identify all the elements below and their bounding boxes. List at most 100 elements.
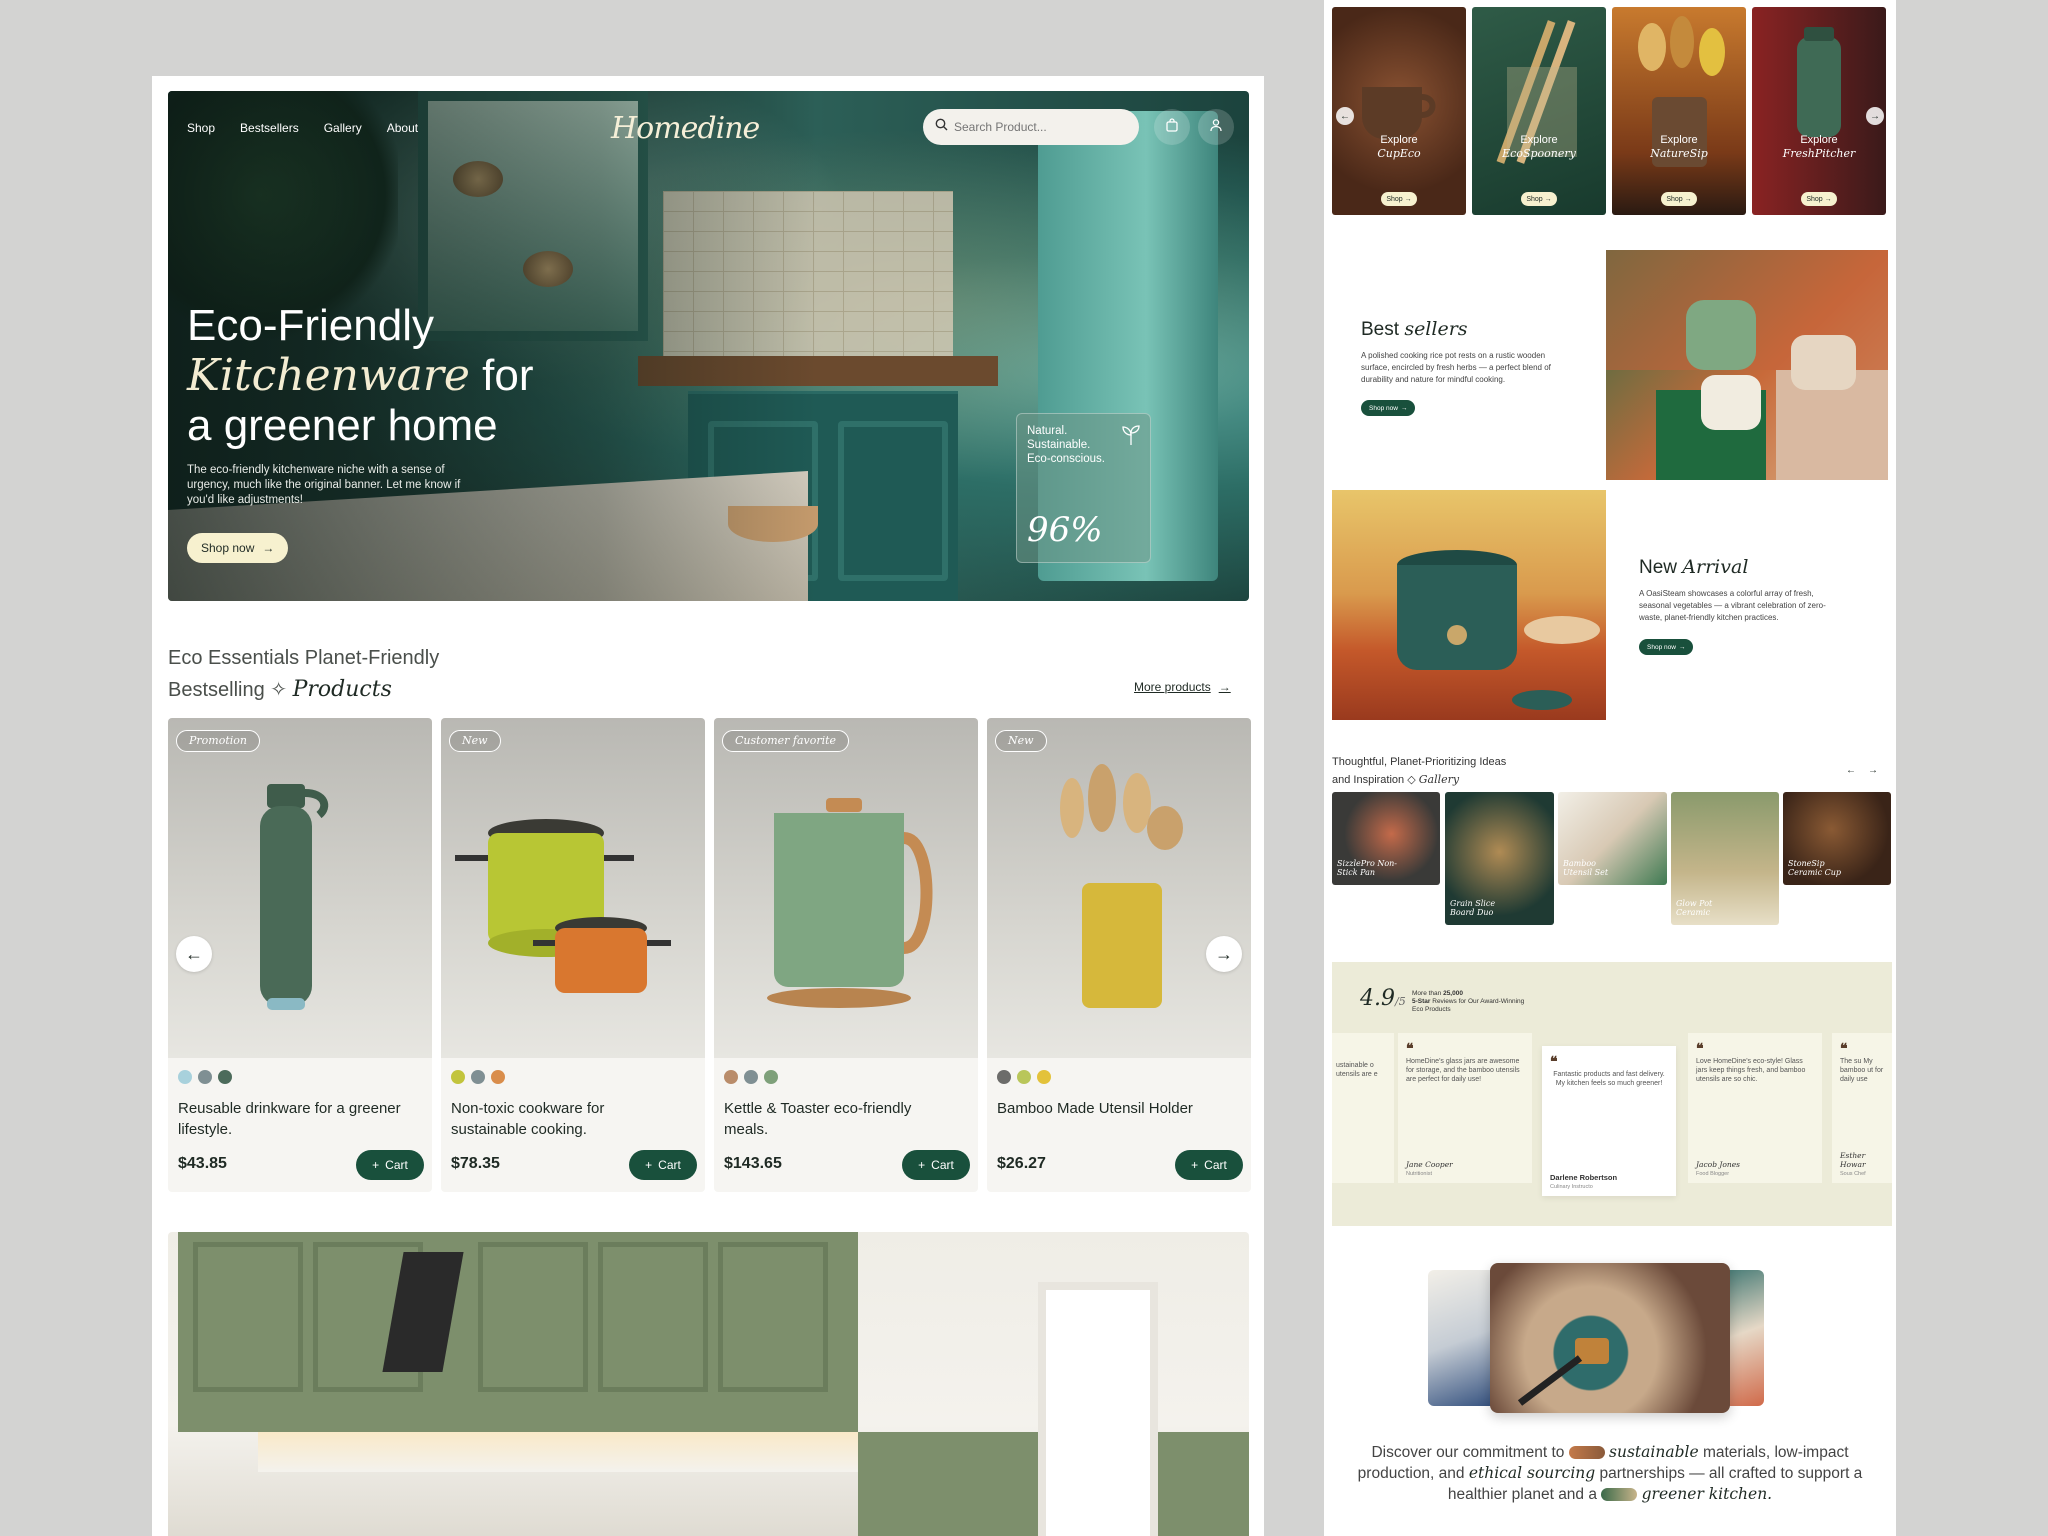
review-card: ❝ HomeDine's glass jars are awesome for s… bbox=[1398, 1033, 1532, 1183]
explore-prev-button[interactable]: ← bbox=[1336, 107, 1354, 125]
explore-shop-button[interactable]: Shop → bbox=[1801, 192, 1837, 206]
product-price: $26.27 bbox=[997, 1155, 1046, 1172]
product-tag: New bbox=[995, 730, 1047, 752]
logo[interactable]: Homedine bbox=[611, 111, 760, 146]
product-tag: Promotion bbox=[176, 730, 260, 752]
add-to-cart-button[interactable]: + Cart bbox=[629, 1150, 697, 1180]
product-price: $143.65 bbox=[724, 1155, 782, 1172]
arrow-right-icon: → bbox=[1400, 404, 1408, 412]
best-sellers-shop-button[interactable]: Shop now → bbox=[1361, 400, 1416, 416]
rating-value: 4.9/5 bbox=[1360, 986, 1406, 1011]
product-image bbox=[441, 718, 705, 1058]
search-input[interactable] bbox=[954, 120, 1104, 134]
arrow-right-icon: → bbox=[262, 541, 275, 555]
nav-bestsellers[interactable]: Bestsellers bbox=[240, 121, 299, 135]
gallery-item[interactable]: StoneSip Ceramic Cup bbox=[1783, 792, 1891, 885]
landing-page-main: Shop Bestsellers Gallery About Homedine … bbox=[152, 76, 1264, 1536]
carousel-next-button[interactable]: → bbox=[1206, 936, 1242, 972]
product-price: $78.35 bbox=[451, 1155, 500, 1172]
swatch[interactable] bbox=[744, 1070, 758, 1084]
explore-shop-button[interactable]: Shop → bbox=[1661, 192, 1697, 206]
nav-gallery[interactable]: Gallery bbox=[324, 121, 362, 135]
product-name: Reusable drinkware for a greener lifesty… bbox=[178, 1100, 401, 1138]
swatch[interactable] bbox=[218, 1070, 232, 1084]
gallery-prev-button[interactable]: ← bbox=[1842, 761, 1860, 779]
explore-card-freshpitcher[interactable]: Explore FreshPitcher Shop → bbox=[1752, 7, 1886, 215]
rating-summary: More than 25,000 5-Star Reviews for Our A… bbox=[1412, 990, 1525, 1013]
arrow-right-icon: → bbox=[1870, 110, 1880, 122]
arrow-right-icon: → bbox=[1215, 943, 1233, 964]
swatch[interactable] bbox=[491, 1070, 505, 1084]
main-nav: Shop Bestsellers Gallery About bbox=[187, 121, 418, 135]
swatch[interactable] bbox=[724, 1070, 738, 1084]
shop-now-button[interactable]: Shop now → bbox=[187, 533, 289, 563]
swatch[interactable] bbox=[198, 1070, 212, 1084]
more-products-link[interactable]: More products → bbox=[1134, 680, 1231, 694]
reviews-section: 4.9/5 More than 25,000 5-Star Reviews for… bbox=[1332, 962, 1892, 1226]
nav-shop[interactable]: Shop bbox=[187, 121, 215, 135]
gallery-item[interactable]: Bamboo Utensil Set bbox=[1558, 792, 1667, 885]
landing-page-secondary: Explore CupEco Shop → Explore EcoSpoonery … bbox=[1324, 0, 1896, 1536]
explore-label: Explore CupEco bbox=[1377, 134, 1421, 160]
cart-button[interactable] bbox=[1154, 109, 1190, 145]
search-bar[interactable] bbox=[923, 109, 1139, 145]
new-arrival-shop-button[interactable]: Shop now → bbox=[1639, 639, 1694, 655]
explore-next-button[interactable]: → bbox=[1866, 107, 1884, 125]
product-card[interactable]: Customer favorite Kettle & Toaster eco-f… bbox=[714, 718, 978, 1192]
color-swatches bbox=[178, 1070, 232, 1084]
best-sellers-title: Best sellers bbox=[1361, 318, 1468, 340]
sprout-icon bbox=[1122, 424, 1140, 451]
swatch[interactable] bbox=[997, 1070, 1011, 1084]
carousel-prev-button[interactable]: ← bbox=[176, 936, 212, 972]
explore-card-naturesip[interactable]: Explore NatureSip Shop → bbox=[1612, 7, 1746, 215]
commitment-image-main bbox=[1490, 1263, 1730, 1413]
explore-shop-button[interactable]: Shop → bbox=[1381, 192, 1417, 206]
product-image bbox=[168, 718, 432, 1058]
arrow-right-icon: → bbox=[1218, 680, 1231, 694]
review-card: ❝ Love HomeDine's eco-style! Glass jars k… bbox=[1688, 1033, 1822, 1183]
add-to-cart-button[interactable]: + Cart bbox=[902, 1150, 970, 1180]
gallery-item[interactable]: Glow Pot Ceramic bbox=[1671, 792, 1779, 925]
gallery-next-button[interactable]: → bbox=[1864, 761, 1882, 779]
explore-shop-button[interactable]: Shop → bbox=[1521, 192, 1557, 206]
add-to-cart-button[interactable]: + Cart bbox=[356, 1150, 424, 1180]
product-name: Non-toxic cookware for sustainable cooki… bbox=[451, 1100, 605, 1138]
bag-icon bbox=[1165, 117, 1179, 137]
inline-photo-chip bbox=[1601, 1488, 1638, 1502]
explore-card-ecospoonery[interactable]: Explore EcoSpoonery Shop → bbox=[1472, 7, 1606, 215]
review-card-featured: ❝ Fantastic products and fast delivery. M… bbox=[1542, 1046, 1676, 1196]
gallery-item[interactable]: SizzlePro Non-Stick Pan bbox=[1332, 792, 1440, 885]
quote-icon: ❝ bbox=[1840, 1040, 1848, 1056]
explore-label: Explore FreshPitcher bbox=[1782, 134, 1856, 160]
nav-about[interactable]: About bbox=[387, 121, 418, 135]
inline-photo-chip bbox=[1568, 1446, 1605, 1460]
swatch[interactable] bbox=[1017, 1070, 1031, 1084]
hero-subtitle: The eco-friendly kitchenware niche with … bbox=[187, 464, 461, 506]
swatch[interactable] bbox=[471, 1070, 485, 1084]
explore-label: Explore EcoSpoonery bbox=[1502, 134, 1576, 160]
gallery-item[interactable]: Grain Slice Board Duo bbox=[1445, 792, 1554, 925]
hero-banner: Shop Bestsellers Gallery About Homedine … bbox=[168, 91, 1249, 601]
plus-icon: + bbox=[1191, 1158, 1199, 1172]
review-card: ustainable o utensils are e bbox=[1332, 1033, 1394, 1183]
swatch[interactable] bbox=[764, 1070, 778, 1084]
product-name: Kettle & Toaster eco-friendly meals. bbox=[724, 1100, 912, 1138]
eco-stat-card: Natural. Sustainable. Eco-conscious. 96% bbox=[1016, 413, 1151, 563]
account-button[interactable] bbox=[1198, 109, 1234, 145]
arrow-left-icon: ← bbox=[1340, 110, 1350, 122]
add-to-cart-button[interactable]: + Cart bbox=[1175, 1150, 1243, 1180]
swatch[interactable] bbox=[451, 1070, 465, 1084]
arrow-left-icon: ← bbox=[185, 943, 203, 964]
eco-stat-value: 96% bbox=[1027, 510, 1103, 550]
swatch[interactable] bbox=[178, 1070, 192, 1084]
kitchen-showcase-image bbox=[168, 1232, 1249, 1536]
upper-cabinets bbox=[178, 1232, 858, 1432]
color-swatches bbox=[451, 1070, 505, 1084]
gallery-title: Thoughtful, Planet-Prioritizing Ideas an… bbox=[1332, 756, 1507, 786]
product-image bbox=[714, 718, 978, 1058]
product-tag: Customer favorite bbox=[722, 730, 850, 752]
color-swatches bbox=[724, 1070, 778, 1084]
product-card[interactable]: New Non-toxic cookware for sustainable c… bbox=[441, 718, 705, 1192]
swatch[interactable] bbox=[1037, 1070, 1051, 1084]
best-sellers-image bbox=[1606, 250, 1888, 480]
